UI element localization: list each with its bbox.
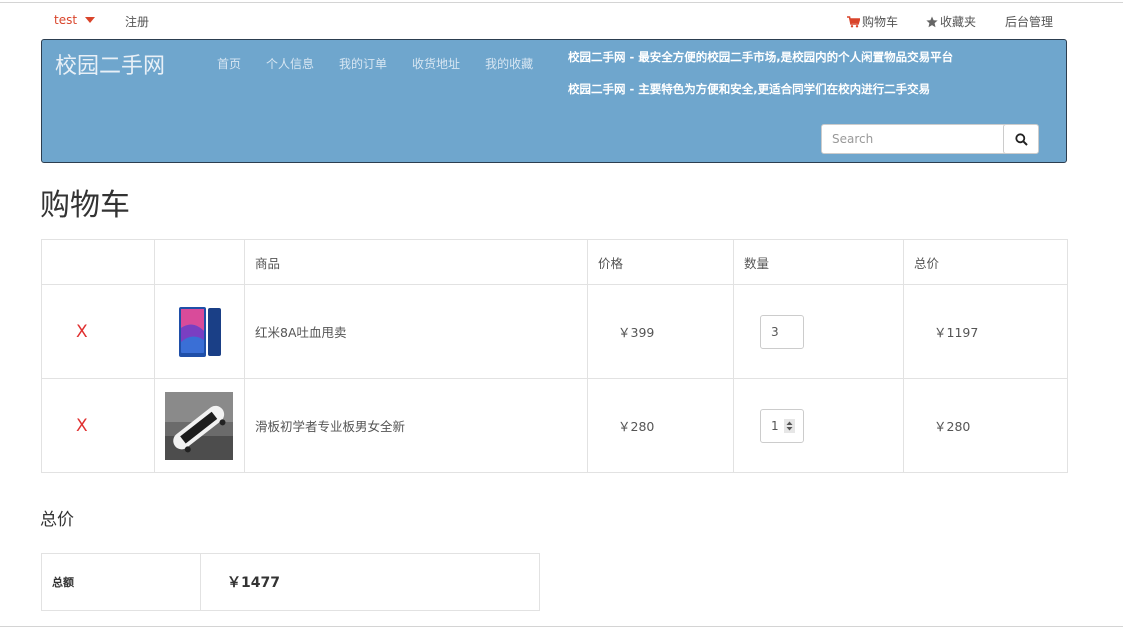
site-brand[interactable]: 校园二手网 (55, 48, 165, 80)
remove-item-button[interactable]: X (41, 284, 155, 379)
cart-link-label: 购物车 (862, 15, 899, 29)
cart-icon (847, 15, 860, 27)
product-price: ￥399 (587, 284, 734, 379)
quantity-cell (733, 284, 904, 379)
tagline-2: 校园二手网 - 主要特色为方便和安全,更适合同学们在校内进行二手交易 (568, 82, 931, 96)
nav-favorites[interactable]: 我的收藏 (485, 55, 533, 72)
remove-item-button[interactable]: X (41, 378, 155, 473)
favorites-link[interactable]: 收藏夹 (926, 13, 976, 30)
main-nav: 首页 个人信息 我的订单 收货地址 我的收藏 (217, 55, 558, 72)
table-row: X 红米8A吐血甩卖 ￥399 ￥1197 (41, 284, 1068, 379)
quantity-input[interactable] (760, 314, 804, 349)
column-header-image (154, 239, 245, 285)
quantity-stepper (760, 408, 806, 443)
product-price: ￥280 (587, 378, 734, 473)
nav-home[interactable]: 首页 (217, 55, 241, 72)
nav-orders[interactable]: 我的订单 (339, 55, 387, 72)
search-button[interactable] (1003, 124, 1039, 154)
skateboard-thumbnail[interactable] (165, 391, 233, 460)
product-subtotal: ￥1197 (903, 284, 1068, 379)
total-table: 总额 ￥1477 (41, 553, 540, 611)
header-banner: 校园二手网 首页 个人信息 我的订单 收货地址 我的收藏 校园二手网 - 最安全… (41, 39, 1067, 163)
column-header-product: 商品 (244, 239, 588, 285)
total-section-title: 总价 (40, 510, 74, 530)
search-input[interactable] (821, 124, 1019, 154)
favorites-link-label: 收藏夹 (940, 15, 977, 29)
table-row: X 滑板初学者专业板男女全新 ￥280 1 ￥280 (41, 378, 1068, 473)
column-header-delete (41, 239, 155, 285)
total-row: 总额 ￥1477 (41, 553, 540, 611)
column-header-price: 价格 (587, 239, 734, 285)
product-image-cell (154, 284, 245, 379)
column-header-quantity: 数量 (733, 239, 904, 285)
top-bar: test 注册 购物车 收藏夹 后台管理 (0, 12, 1123, 30)
page-title: 购物车 (40, 188, 130, 223)
product-name[interactable]: 滑板初学者专业板男女全新 (244, 378, 588, 473)
total-amount: ￥1477 (200, 553, 540, 611)
cart-link[interactable]: 购物车 (847, 13, 898, 30)
top-border (0, 2, 1123, 3)
total-label: 总额 (41, 553, 201, 611)
tagline-1: 校园二手网 - 最安全方便的校园二手市场,是校园内的个人闲置物品交易平台 (568, 50, 954, 64)
product-subtotal: ￥280 (903, 378, 1068, 473)
phone-thumbnail[interactable] (165, 297, 233, 366)
product-image-cell (154, 378, 245, 473)
nav-profile[interactable]: 个人信息 (266, 55, 314, 72)
star-icon (926, 16, 938, 27)
cart-header-row: 商品 价格 数量 总价 (41, 239, 1068, 285)
user-name: test (54, 13, 78, 27)
user-menu[interactable]: test (54, 13, 96, 27)
quantity-input[interactable] (760, 408, 804, 443)
column-header-subtotal: 总价 (903, 239, 1068, 285)
quantity-cell (733, 378, 904, 473)
product-name[interactable]: 红米8A吐血甩卖 (244, 284, 588, 379)
caret-down-icon (85, 17, 96, 23)
nav-addresses[interactable]: 收货地址 (412, 55, 460, 72)
register-link[interactable]: 注册 (125, 13, 149, 30)
admin-link[interactable]: 后台管理 (1005, 13, 1053, 30)
spinner-arrows-icon[interactable] (784, 418, 795, 433)
cart-table: 商品 价格 数量 总价 X 红米8A吐血甩卖 ￥399 3 ￥1197 X 滑板… (41, 239, 1068, 473)
search-icon (1014, 132, 1028, 146)
